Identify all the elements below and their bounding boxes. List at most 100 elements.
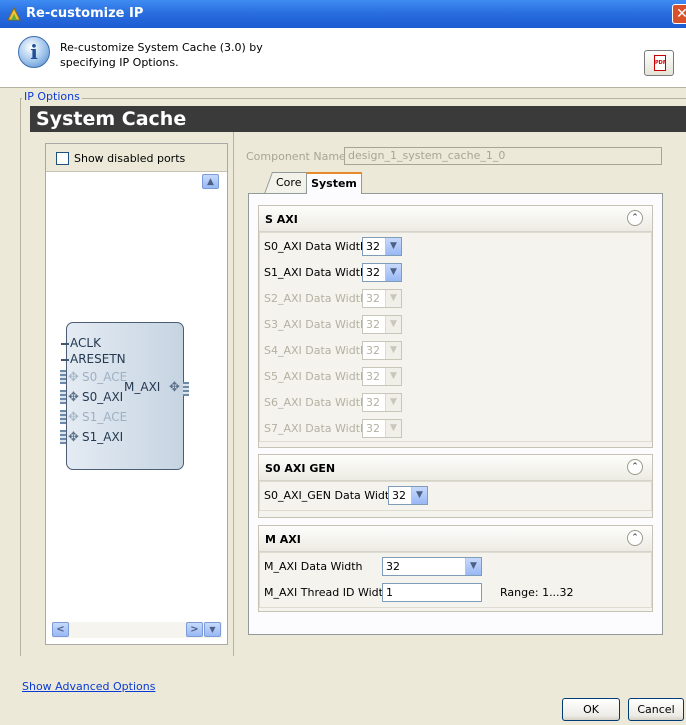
- port-s0-ace: S0_ACE: [82, 370, 128, 384]
- s3-axi-data-width-label: S3_AXI Data Width: [264, 318, 368, 331]
- dropdown-arrow-icon: ▼: [385, 342, 401, 359]
- s6-axi-data-width-select: 32 ▼: [362, 393, 402, 412]
- s0-axi-data-width-row: S0_AXI Data Width 32 ▼: [260, 235, 653, 260]
- show-disabled-ports-label: Show disabled ports: [74, 152, 186, 165]
- dropdown-arrow-icon: ▼: [385, 316, 401, 333]
- m-axi-data-width-value: 32: [386, 560, 400, 573]
- component-name-field[interactable]: design_1_system_cache_1_0: [344, 147, 662, 165]
- dropdown-arrow-icon: ▼: [385, 394, 401, 411]
- s1-axi-data-width-row: S1_AXI Data Width 32 ▼: [260, 261, 653, 286]
- s0-axi-gen-section-title: S0 AXI GEN: [265, 462, 336, 475]
- header-description: Re-customize System Cache (3.0) by speci…: [60, 41, 263, 69]
- m-axi-thread-id-width-input[interactable]: 1: [382, 583, 482, 602]
- m-axi-section-body: M_AXI Data Width 32 ▼ M_AXI Thread ID Wid…: [259, 552, 652, 608]
- s6-axi-data-width-value: 32: [366, 396, 380, 409]
- scroll-left-button[interactable]: <: [52, 622, 69, 637]
- s0-axi-gen-data-width-row: S0_AXI_GEN Data Width 32 ▼: [260, 484, 653, 509]
- port-aresetn: ARESETN: [70, 352, 126, 366]
- s1-axi-data-width-label: S1_AXI Data Width: [264, 266, 368, 279]
- ip-options-label: IP Options: [22, 90, 82, 103]
- s1-axi-data-width-value: 32: [366, 266, 380, 279]
- dropdown-arrow-icon[interactable]: ▼: [385, 238, 401, 255]
- show-disabled-ports-checkbox[interactable]: [56, 152, 69, 165]
- tab-core-label: Core: [275, 176, 302, 189]
- s0-axi-data-width-value: 32: [366, 240, 380, 253]
- s2-axi-data-width-select: 32 ▼: [362, 289, 402, 308]
- m-axi-section-title: M AXI: [265, 533, 301, 546]
- m-axi-data-width-select[interactable]: 32 ▼: [382, 557, 482, 576]
- s4-axi-data-width-label: S4_AXI Data Width: [264, 344, 368, 357]
- s4-axi-data-width-value: 32: [366, 344, 380, 357]
- ok-button[interactable]: OK: [562, 698, 620, 721]
- s0-axi-data-width-label: S0_AXI Data Width: [264, 240, 368, 253]
- port-aclk: ACLK: [70, 336, 101, 350]
- s5-axi-data-width-value: 32: [366, 370, 380, 383]
- s0-axi-gen-data-width-select[interactable]: 32 ▼: [388, 486, 428, 505]
- m-axi-section: M AXI ⌃ M_AXI Data Width 32 ▼ M_AXI Threa…: [258, 525, 653, 612]
- dropdown-arrow-icon[interactable]: ▼: [385, 264, 401, 281]
- m-axi-thread-id-width-row: M_AXI Thread ID Width 1 Range: 1...32: [260, 581, 653, 606]
- s-axi-section-header: S AXI ⌃: [259, 206, 652, 232]
- cancel-button[interactable]: Cancel: [628, 698, 684, 721]
- s-axi-section-body: S0_AXI Data Width 32 ▼ S1_AXI Data Width …: [259, 232, 652, 442]
- s7-axi-data-width-row: S7_AXI Data Width 32 ▼: [260, 417, 653, 442]
- s-axi-section-title: S AXI: [265, 213, 298, 226]
- s0-axi-gen-data-width-value: 32: [392, 489, 406, 502]
- dropdown-arrow-icon: ▼: [385, 420, 401, 437]
- s1-ace-plus-icon: ✥: [68, 410, 79, 425]
- m-axi-data-width-label: M_AXI Data Width: [264, 560, 363, 573]
- window-title: Re-customize IP: [26, 6, 144, 21]
- s2-axi-data-width-label: S2_AXI Data Width: [264, 292, 368, 305]
- dialog-header: i Re-customize System Cache (3.0) by spe…: [0, 28, 686, 88]
- s0-axi-gen-collapse-icon[interactable]: ⌃: [627, 459, 643, 475]
- dropdown-arrow-icon[interactable]: ▼: [465, 558, 481, 575]
- scroll-up-button[interactable]: ▲: [202, 174, 219, 189]
- m-axi-section-header: M AXI ⌃: [259, 526, 652, 552]
- s1-axi-data-width-select[interactable]: 32 ▼: [362, 263, 402, 282]
- s4-axi-data-width-row: S4_AXI Data Width 32 ▼: [260, 339, 653, 364]
- scroll-down-button[interactable]: ▼: [204, 622, 221, 637]
- s0-ace-plus-icon: ✥: [68, 370, 79, 385]
- aresetn-pin: [61, 359, 69, 361]
- s5-axi-data-width-select: 32 ▼: [362, 367, 402, 386]
- s7-axi-data-width-value: 32: [366, 422, 380, 435]
- s2-axi-data-width-row: S2_AXI Data Width 32 ▼: [260, 287, 653, 312]
- port-m-axi: M_AXI: [124, 380, 161, 394]
- documentation-button[interactable]: PDF: [644, 50, 674, 76]
- s3-axi-data-width-row: S3_AXI Data Width 32 ▼: [260, 313, 653, 338]
- s0-axi-gen-data-width-label: S0_AXI_GEN Data Width: [264, 489, 397, 502]
- dropdown-arrow-icon[interactable]: ▼: [411, 487, 427, 504]
- m-axi-bus-icon: [183, 382, 189, 396]
- component-name-label: Component Name: [246, 150, 346, 163]
- s0-axi-gen-section-body: S0_AXI_GEN Data Width 32 ▼: [259, 481, 652, 511]
- tab-core[interactable]: Core: [263, 172, 313, 194]
- s0-ace-bus-icon: [60, 370, 66, 384]
- s6-axi-data-width-row: S6_AXI Data Width 32 ▼: [260, 391, 653, 416]
- s0-axi-bus-icon: [60, 390, 66, 404]
- port-s1-axi: S1_AXI: [82, 430, 124, 444]
- dropdown-arrow-icon: ▼: [385, 290, 401, 307]
- m-axi-plus-icon[interactable]: ✥: [169, 380, 180, 395]
- port-s0-axi: S0_AXI: [82, 390, 124, 404]
- pdf-icon: PDF: [654, 55, 666, 71]
- show-advanced-options-link[interactable]: Show Advanced Options: [22, 680, 155, 693]
- close-button[interactable]: ✕: [672, 4, 686, 24]
- horizontal-scrollbar[interactable]: < > ▼: [52, 622, 222, 638]
- ip-title: System Cache: [30, 106, 686, 132]
- s7-axi-data-width-label: S7_AXI Data Width: [264, 422, 368, 435]
- s3-axi-data-width-value: 32: [366, 318, 380, 331]
- s0-axi-plus-icon[interactable]: ✥: [68, 390, 79, 405]
- tab-system[interactable]: System: [306, 172, 362, 194]
- m-axi-thread-id-width-label: M_AXI Thread ID Width: [264, 586, 390, 599]
- s0-axi-data-width-select[interactable]: 32 ▼: [362, 237, 402, 256]
- m-axi-collapse-icon[interactable]: ⌃: [627, 530, 643, 546]
- m-axi-data-width-row: M_AXI Data Width 32 ▼: [260, 555, 653, 580]
- port-s1-ace: S1_ACE: [82, 410, 128, 424]
- s6-axi-data-width-label: S6_AXI Data Width: [264, 396, 368, 409]
- scroll-right-button[interactable]: >: [186, 622, 203, 637]
- s-axi-collapse-icon[interactable]: ⌃: [627, 210, 643, 226]
- s1-axi-plus-icon[interactable]: ✥: [68, 430, 79, 445]
- ip-symbol-panel: Show disabled ports ▲ ACLK ARESETN ✥ S0_…: [45, 143, 228, 645]
- s3-axi-data-width-select: 32 ▼: [362, 315, 402, 334]
- s5-axi-data-width-row: S5_AXI Data Width 32 ▼: [260, 365, 653, 390]
